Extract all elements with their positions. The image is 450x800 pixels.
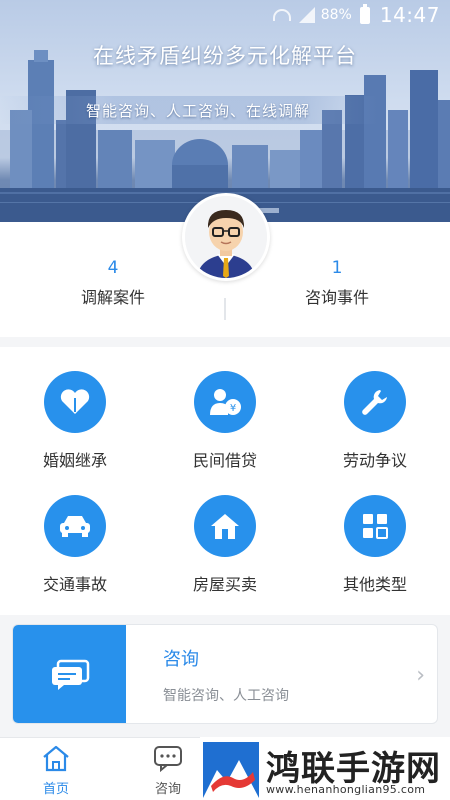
lawyer-avatar-icon (185, 196, 267, 278)
user-loan-icon: ¥ (194, 371, 256, 433)
tab-label: 首页 (42, 782, 69, 797)
battery-percent: 88% (320, 7, 352, 23)
tab-label: 咨询 (154, 782, 181, 797)
grid-icon (344, 495, 406, 557)
avatar[interactable] (182, 193, 270, 281)
svg-text:¥: ¥ (230, 403, 236, 414)
category-grid: 婚姻继承 ¥ 民间借贷 劳动争议 交通事故 房屋买卖 其他类型 (0, 347, 450, 615)
category-private-lending[interactable]: ¥ 民间借贷 (150, 371, 300, 471)
stat-label: 调解案件 (80, 288, 145, 307)
house-icon (194, 495, 256, 557)
watermark-url: www.henanhonglian95.com (266, 783, 426, 796)
category-label: 劳动争议 (342, 451, 407, 470)
consult-card[interactable]: 咨询 智能咨询、人工咨询 › (12, 624, 438, 724)
status-time: 14:47 (379, 3, 440, 27)
stat-value: 4 (107, 258, 119, 278)
status-bar: 88% 14:47 (0, 0, 450, 30)
hero-title: 在线矛盾纠纷多元化解平台 (93, 44, 357, 68)
consult-card-icon-panel (13, 625, 126, 723)
stat-label: 咨询事件 (304, 288, 369, 307)
category-label: 房屋买卖 (192, 575, 257, 594)
category-label: 婚姻继承 (42, 451, 107, 470)
category-labor-dispute[interactable]: 劳动争议 (300, 371, 450, 471)
wrench-icon (344, 371, 406, 433)
category-traffic-accident[interactable]: 交通事故 (0, 495, 150, 595)
heart-icon (44, 371, 106, 433)
stat-mediation-cases[interactable]: 4 调解案件 (38, 258, 188, 308)
hero-subtitle: 智能咨询、人工咨询、在线调解 (86, 102, 311, 120)
stats-divider (224, 298, 226, 320)
category-label: 民间借贷 (192, 451, 257, 470)
watermark-logo-icon (203, 742, 259, 798)
category-label: 其他类型 (342, 575, 407, 594)
tab-consult[interactable]: 咨询 (138, 744, 198, 797)
signal-icon (298, 7, 315, 23)
category-other-types[interactable]: 其他类型 (300, 495, 450, 595)
chat-bubbles-icon (51, 659, 89, 690)
consult-title: 咨询 (163, 649, 199, 670)
category-marriage-inheritance[interactable]: 婚姻继承 (0, 371, 150, 471)
hero-banner: 在线矛盾纠纷多元化解平台 智能咨询、人工咨询、在线调解 (0, 0, 450, 225)
wifi-icon (272, 9, 291, 21)
category-label: 交通事故 (42, 575, 107, 594)
stat-value: 1 (331, 258, 343, 278)
stat-consult-events[interactable]: 1 咨询事件 (262, 258, 412, 308)
site-watermark: 鸿联手游网 www.henanhonglian95.com (200, 737, 450, 800)
category-house-trade[interactable]: 房屋买卖 (150, 495, 300, 595)
chevron-right-icon: › (416, 663, 425, 688)
car-icon (44, 495, 106, 557)
battery-icon (359, 3, 370, 24)
consult-subtitle: 智能咨询、人工咨询 (163, 688, 289, 704)
tab-home[interactable]: 首页 (26, 744, 86, 797)
chat-icon (154, 746, 182, 773)
home-icon (43, 745, 69, 772)
